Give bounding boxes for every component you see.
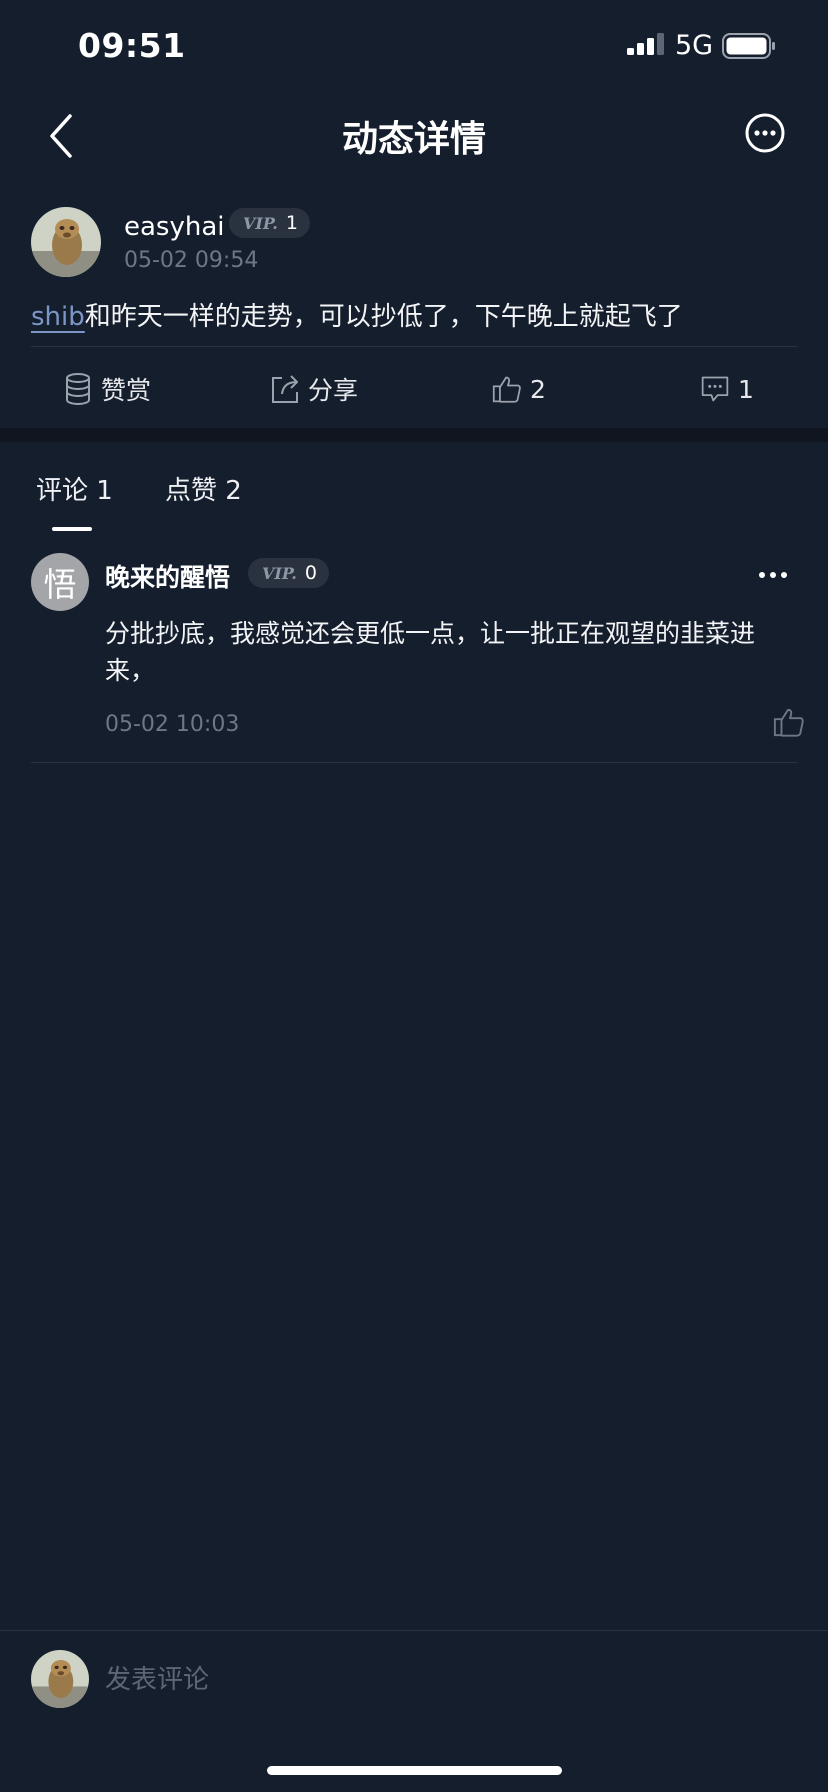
comment-input[interactable] [105, 1660, 785, 1700]
like-count: 2 [530, 374, 546, 404]
vip-badge: VIP. 1 [229, 208, 310, 238]
vip-mark: VIP. [262, 563, 297, 583]
divider [31, 346, 797, 347]
comment-more-icon[interactable] [757, 565, 789, 585]
tab-comments[interactable]: 评论 1 [36, 470, 113, 507]
divider [31, 762, 797, 763]
status-time: 09:51 [78, 26, 186, 65]
vip-mark: VIP. [243, 213, 278, 233]
vip-badge: VIP. 0 [248, 558, 329, 588]
share-label: 分享 [308, 376, 359, 405]
home-indicator [267, 1766, 562, 1775]
vip-level: 1 [285, 212, 298, 234]
post-content: shib和昨天一样的走势，可以抄低了，下午晚上就起飞了 [31, 296, 683, 333]
coins-icon [66, 373, 90, 405]
signal-icon [627, 33, 664, 55]
reward-button[interactable]: 赞赏 [63, 369, 151, 409]
comment-timestamp: 05-02 10:03 [105, 712, 240, 737]
composer-divider [0, 1630, 828, 1631]
vip-level: 0 [304, 562, 317, 584]
comment-button[interactable]: 1 [700, 369, 754, 409]
post-tag-link[interactable]: shib [31, 302, 85, 332]
post-timestamp: 05-02 09:54 [124, 248, 259, 273]
page-title: 动态详情 [341, 119, 486, 160]
comment-icon [701, 376, 729, 402]
share-button[interactable]: 分享 [270, 369, 358, 409]
comment-like-icon[interactable] [773, 706, 805, 738]
comment-text: 分批抄底，我感觉还会更低一点，让一批正在观望的韭菜进来， [105, 619, 756, 685]
thumbs-up-icon [492, 376, 521, 403]
share-icon [272, 375, 298, 403]
post-author-avatar[interactable] [31, 207, 101, 277]
my-avatar [31, 1650, 89, 1708]
commenter-avatar[interactable]: 悟 [31, 553, 89, 611]
section-separator [0, 428, 828, 442]
post-author-name[interactable]: easyhai [124, 212, 225, 242]
more-options-icon[interactable] [744, 112, 786, 154]
active-tab-indicator [52, 527, 92, 531]
tab-likes[interactable]: 点赞 2 [165, 470, 242, 507]
like-button[interactable]: 2 [492, 369, 546, 409]
comment-count: 1 [738, 374, 754, 404]
post-text: 和昨天一样的走势，可以抄低了，下午晚上就起飞了 [84, 302, 683, 332]
commenter-name[interactable]: 晚来的醒悟 [105, 558, 230, 594]
reward-label: 赞赏 [101, 376, 152, 405]
battery-icon [722, 33, 775, 59]
network-label: 5G [675, 30, 714, 61]
